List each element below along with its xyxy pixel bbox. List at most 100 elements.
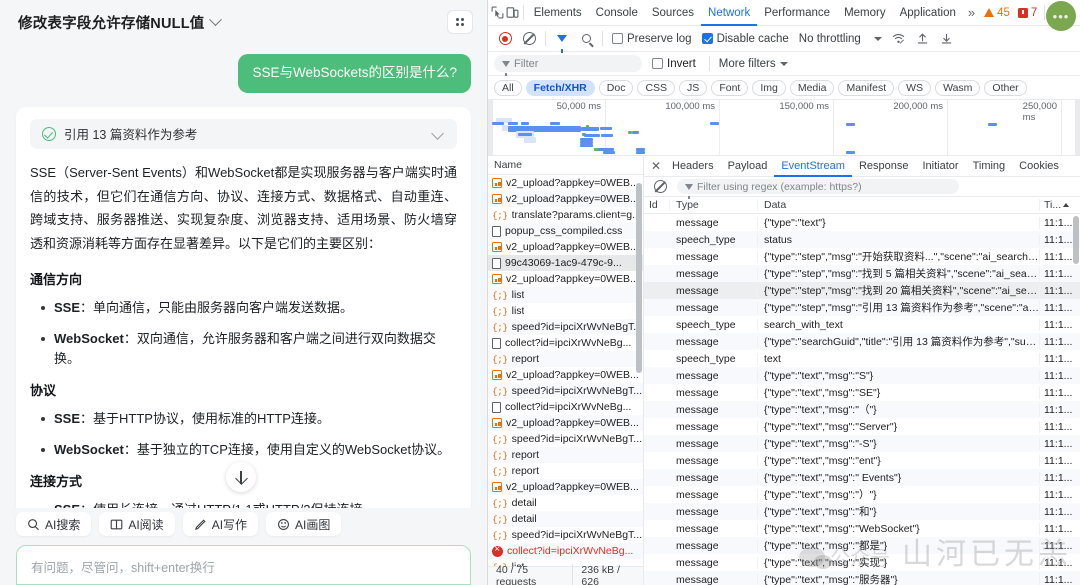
eventstream-row[interactable]: speech_type search_with_text 11:1... [644, 316, 1080, 333]
type-filter-manifest[interactable]: Manifest [838, 79, 895, 96]
eventstream-row[interactable]: message {"type":"step","msg":"开始获取资料...",… [644, 248, 1080, 265]
column-header-id[interactable]: Id [644, 199, 670, 211]
preserve-log-checkbox[interactable]: Preserve log [608, 33, 696, 45]
type-filter-doc[interactable]: Doc [598, 79, 634, 96]
column-header-data[interactable]: Data [758, 199, 1040, 211]
avatar[interactable]: ••• [1046, 1, 1076, 31]
network-request-row[interactable]: v2_upload?appkey=0WEB... [488, 191, 643, 207]
network-request-row[interactable]: {;} detail [488, 511, 643, 527]
type-filter-ws[interactable]: WS [898, 79, 932, 96]
tab-console[interactable]: Console [589, 0, 645, 26]
network-request-row[interactable]: v2_upload?appkey=0WEB... [488, 367, 643, 383]
chat-message-list[interactable]: SSE与WebSockets的区别是什么? 引用 13 篇资料作为参考 SSE（… [0, 44, 487, 508]
type-filter-css[interactable]: CSS [637, 79, 676, 96]
tab-performance[interactable]: Performance [757, 0, 837, 26]
column-header-name[interactable]: Name [488, 156, 643, 175]
close-icon[interactable]: ✕ [647, 157, 665, 175]
quick-action-ai-write[interactable]: AI写作 [182, 512, 259, 536]
eventstream-row[interactable]: message {"type":"step","msg":"找到 20 篇相关资料… [644, 282, 1080, 299]
eventstream-row[interactable]: message {"type":"text"} 11:1... [644, 214, 1080, 231]
eventstream-row[interactable]: message {"type":"step","msg":"找到 5 篇相关资料"… [644, 265, 1080, 282]
quick-action-ai-draw[interactable]: AI画图 [266, 512, 342, 536]
network-request-row[interactable]: collect?id=ipciXrWvNeBg... [488, 335, 643, 351]
eventstream-row[interactable]: message {"type":"text","msg":" Events"} 11… [644, 469, 1080, 486]
network-overview-timeline[interactable]: 50,000 ms 100,000 ms 150,000 ms 200,000 … [488, 100, 1080, 156]
network-request-row[interactable]: {;}list [488, 303, 643, 319]
detail-tab-initiator[interactable]: Initiator [915, 156, 965, 177]
disable-cache-checkbox[interactable]: Disable cache [698, 33, 793, 45]
conversation-title-button[interactable]: 修改表字段允许存储NULL值 [18, 12, 223, 33]
network-request-row[interactable]: {;} speed?id=ipciXrWvNeBgT... [488, 383, 643, 399]
scroll-to-bottom-button[interactable] [226, 462, 256, 492]
column-header-type[interactable]: Type [670, 199, 758, 211]
eventstream-row[interactable]: message {"type":"text","msg":"）"} 11:1... [644, 486, 1080, 503]
quick-action-ai-read[interactable]: AI阅读 [99, 512, 175, 536]
type-filter-other[interactable]: Other [984, 79, 1027, 96]
detail-tab-headers[interactable]: Headers [665, 156, 721, 177]
network-request-row[interactable]: v2_upload?appkey=0WEB... [488, 271, 643, 287]
detail-tab-timing[interactable]: Timing [966, 156, 1013, 177]
detail-tab-payload[interactable]: Payload [721, 156, 775, 177]
type-filter-img[interactable]: Img [752, 79, 786, 96]
network-request-row[interactable]: v2_upload?appkey=0WEB... [488, 175, 643, 191]
toggle-filter-button[interactable] [551, 28, 573, 53]
toggle-device-toolbar-button[interactable] [505, 2, 520, 24]
invert-checkbox[interactable]: Invert [648, 58, 700, 70]
more-filters-button[interactable]: More filters [719, 58, 788, 70]
eventstream-row[interactable]: message {"type":"text","msg":"（"} 11:1... [644, 401, 1080, 418]
type-filter-js[interactable]: JS [679, 79, 708, 96]
clear-network-log-button[interactable] [518, 28, 540, 50]
detail-tab-eventstream[interactable]: EventStream [774, 156, 852, 177]
column-header-time[interactable]: Ti... [1040, 199, 1080, 211]
message-composer-input[interactable]: 有问题，尽管问，shift+enter换行 [16, 545, 471, 585]
chevron-down-icon[interactable] [431, 127, 444, 141]
network-request-row[interactable]: {;} report [488, 447, 643, 463]
tab-memory[interactable]: Memory [837, 0, 893, 26]
network-request-row[interactable]: v2_upload?appkey=0WEB... [488, 415, 643, 431]
overview-left-handle[interactable] [488, 100, 493, 155]
network-request-row[interactable]: 99c43069-1ac9-479c-9... [488, 255, 643, 271]
export-har-button[interactable] [936, 28, 958, 50]
network-list-scrollbar[interactable] [636, 183, 642, 373]
network-request-row[interactable]: v2_upload?appkey=0WEB... [488, 239, 643, 255]
eventstream-scrollbar[interactable] [1073, 216, 1079, 264]
type-filter-all[interactable]: All [494, 79, 522, 96]
network-request-row[interactable]: {;} report [488, 351, 643, 367]
citation-bar[interactable]: 引用 13 篇资料作为参考 [30, 118, 457, 149]
search-button[interactable] [575, 28, 597, 50]
network-request-row[interactable]: {;}list [488, 559, 643, 566]
tab-network[interactable]: Network [701, 0, 757, 26]
network-request-row[interactable]: collect?id=ipciXrWvNeBg... [488, 399, 643, 415]
eventstream-row[interactable]: speech_type text 11:1... [644, 350, 1080, 367]
type-filter-media[interactable]: Media [789, 79, 835, 96]
inspect-element-button[interactable] [490, 2, 505, 24]
grid-view-button[interactable] [447, 10, 473, 34]
eventstream-filter-input[interactable]: Filter using regex (example: https?) [677, 179, 959, 199]
detail-tab-response[interactable]: Response [852, 156, 916, 177]
network-request-row[interactable]: {;} report [488, 463, 643, 479]
quick-action-ai-search[interactable]: AI搜索 [16, 512, 92, 536]
eventstream-row[interactable]: message {"type":"text","msg":"SE"} 11:1... [644, 384, 1080, 401]
import-har-button[interactable] [912, 28, 934, 50]
eventstream-row[interactable]: message {"type":"text","msg":"服务器"} 11:1..… [644, 571, 1080, 585]
throttling-select[interactable]: No throttling [795, 33, 886, 45]
detail-tab-cookies[interactable]: Cookies [1012, 156, 1066, 177]
errors-badge[interactable]: 7 [1014, 7, 1041, 19]
eventstream-row[interactable]: message {"type":"step","msg":"引用 13 篇资料作为… [644, 299, 1080, 316]
eventstream-row[interactable]: message {"type":"text","msg":"实现"} 11:1... [644, 554, 1080, 571]
chevron-double-right-icon[interactable]: » [963, 5, 980, 20]
type-filter-wasm[interactable]: Wasm [935, 79, 981, 96]
eventstream-row[interactable]: message {"type":"text","msg":"ent"} 11:1..… [644, 452, 1080, 469]
network-request-row[interactable]: {;} speed?id=ipciXrWvNeBgT... [488, 431, 643, 447]
eventstream-row[interactable]: speech_type status 11:1... [644, 231, 1080, 248]
eventstream-row[interactable]: message {"type":"text","msg":"WebSocket"}… [644, 520, 1080, 537]
warnings-badge[interactable]: 45 [980, 7, 1014, 19]
network-request-row[interactable]: {;} translate?params.client=g... [488, 207, 643, 223]
network-request-row[interactable]: collect?id=ipciXrWvNeBg... [488, 543, 643, 559]
overview-right-handle[interactable] [1075, 100, 1080, 155]
tab-sources[interactable]: Sources [645, 0, 701, 26]
network-request-row[interactable]: {;} detail [488, 495, 643, 511]
network-request-row[interactable]: {;} speed?id=ipciXrWvNeBgT... [488, 319, 643, 335]
network-rows[interactable]: v2_upload?appkey=0WEB... v2_upload?appkey… [488, 175, 643, 566]
network-request-row[interactable]: v2_upload?appkey=0WEB... [488, 479, 643, 495]
